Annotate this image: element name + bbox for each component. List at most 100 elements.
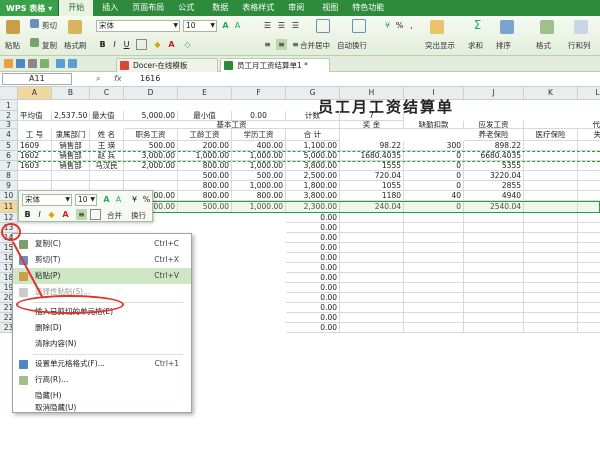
menu-special[interactable]: 特色功能 [347,0,389,16]
column-header-D[interactable]: D [124,87,178,100]
cell-J22[interactable] [464,313,524,323]
cell-H12[interactable] [340,213,404,223]
cell-L20[interactable] [578,293,600,303]
align-bottom-icon[interactable]: ☰ [290,20,301,31]
formula-input[interactable]: 1616 [140,74,160,83]
cell-A2[interactable]: 平均值 [18,111,52,121]
cell-G12[interactable]: 0.00 [286,213,340,223]
cell-C2[interactable]: 最大值 [90,111,124,121]
cell-K8[interactable] [524,171,578,181]
cell-E5[interactable]: 200.00 [178,141,232,151]
row-header-4[interactable]: 4 [0,129,18,141]
menu-unhide[interactable]: 取消隐藏(U) [13,402,191,414]
sort-icon[interactable] [500,20,514,34]
folder-icon[interactable] [4,59,13,68]
cell-L16[interactable] [578,253,600,263]
column-header-F[interactable]: F [232,87,286,100]
row-header-7[interactable]: 7 [0,161,18,171]
paste-icon[interactable] [6,20,20,34]
row-header-6[interactable]: 6 [0,151,18,161]
cell-H5[interactable]: 98.22 [340,141,404,151]
cell-D5[interactable]: 500.00 [124,141,178,151]
cell-C6[interactable]: 赵 兵 [90,151,124,161]
cell-H3[interactable]: 奖 金 [340,121,404,129]
percent-icon[interactable]: % [394,20,405,31]
cell-H23[interactable] [340,323,404,333]
cell-I15[interactable] [404,243,464,253]
column-header-L[interactable]: L [578,87,600,100]
cell-L8[interactable] [578,171,600,181]
cell-K19[interactable] [524,283,578,293]
cell-L14[interactable] [578,233,600,243]
cell-G16[interactable]: 0.00 [286,253,340,263]
align-middle-icon[interactable]: ☰ [276,20,287,31]
redo-icon[interactable] [68,59,77,68]
cell-F8[interactable]: 500.00 [232,171,286,181]
cell-I23[interactable] [404,323,464,333]
cell-F7[interactable]: 1,000.00 [232,161,286,171]
cell-K21[interactable] [524,303,578,313]
cell-G15[interactable]: 0.00 [286,243,340,253]
cell-L23[interactable] [578,323,600,333]
cell-L13[interactable] [578,223,600,233]
number-format-icon[interactable]: ¥ [382,20,393,31]
cell-G7[interactable]: 3,800.00 [286,161,340,171]
cell-K13[interactable] [524,223,578,233]
menu-review[interactable]: 审阅 [279,0,313,16]
menu-delete[interactable]: 删除(D) [13,320,191,336]
align-center-icon[interactable]: ≡ [276,39,287,50]
select-all-corner[interactable] [0,87,18,100]
cell-E7[interactable]: 800.00 [178,161,232,171]
cell-A8[interactable] [18,171,52,181]
cell-L19[interactable] [578,283,600,293]
tab-docer[interactable]: Docer-在线模板 [116,58,218,72]
cell-I20[interactable] [404,293,464,303]
cell-K23[interactable] [524,323,578,333]
font-color-icon[interactable]: A [60,209,71,220]
cell-K14[interactable] [524,233,578,243]
cell-J10[interactable]: 4940 [464,191,524,201]
cell-E6[interactable]: 1,000.00 [178,151,232,161]
cell-J19[interactable] [464,283,524,293]
column-header-J[interactable]: J [464,87,524,100]
cell-L12[interactable] [578,213,600,223]
format-painter-icon[interactable] [68,20,82,34]
column-header-A[interactable]: A [18,87,52,100]
cell-E10[interactable]: 800.00 [178,191,232,201]
cell-E9[interactable]: 800.00 [178,181,232,191]
cell-G20[interactable]: 0.00 [286,293,340,303]
cell-C4[interactable]: 姓 名 [90,129,124,141]
cell-G9[interactable]: 1,800.00 [286,181,340,191]
bold-icon[interactable]: B [22,209,33,220]
cell-L6[interactable] [578,151,600,161]
cell-G2[interactable]: 计数 [286,111,340,121]
cell-A6[interactable]: 1602 [18,151,52,161]
cell-G8[interactable]: 2,500.00 [286,171,340,181]
tab-salary-sheet[interactable]: 员工月工资结算单1 * [220,58,330,72]
cell-F4[interactable]: 学历工资 [232,129,286,141]
format-painter-button[interactable]: 格式刷 [64,40,87,51]
border-icon[interactable] [136,39,147,50]
cell-H18[interactable] [340,273,404,283]
cell-G10[interactable]: 3,800.00 [286,191,340,201]
italic-icon[interactable]: I [109,39,120,50]
row-header-3[interactable]: 3 [0,121,18,129]
cell-E8[interactable]: 500.00 [178,171,232,181]
cell-L10[interactable] [578,191,600,201]
cell-I10[interactable]: 40 [404,191,464,201]
cell-H15[interactable] [340,243,404,253]
merge-center-icon[interactable] [316,19,330,33]
cell-L21[interactable] [578,303,600,313]
sort-button[interactable]: 排序 [496,40,511,51]
cell-L9[interactable] [578,181,600,191]
cell-I13[interactable] [404,223,464,233]
cell-G22[interactable]: 0.00 [286,313,340,323]
cell-K4[interactable]: 医疗保险 [524,129,578,141]
cell-J6[interactable]: 6680.4035 [464,151,524,161]
grow-font-icon[interactable]: A [220,20,231,31]
cell-B2[interactable]: 2,537.50 [52,111,90,121]
cell-G23[interactable]: 0.00 [286,323,340,333]
column-header-K[interactable]: K [524,87,578,100]
align-center-icon[interactable]: ≡ [76,209,87,220]
highlight-button[interactable]: 突出显示 [425,40,455,51]
